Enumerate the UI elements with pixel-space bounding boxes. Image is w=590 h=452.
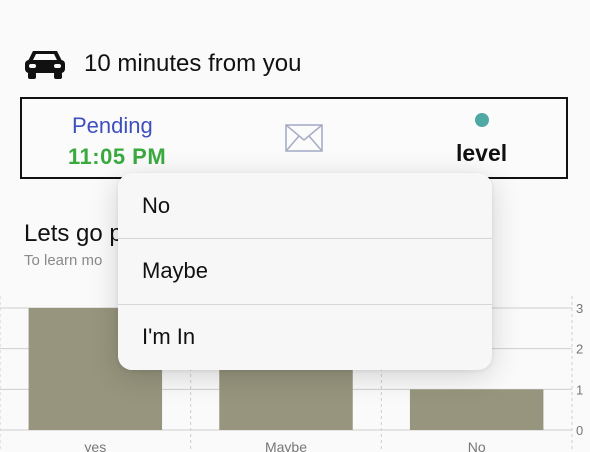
bar-no <box>409 389 544 430</box>
x-tick-label: Maybe <box>265 439 307 452</box>
x-tick-label: yes <box>84 439 106 452</box>
menu-item-no[interactable]: No <box>118 173 492 238</box>
level-label: level <box>456 140 508 166</box>
status-card[interactable]: Pending 11:05 PM level <box>20 97 568 179</box>
distance-row: 10 minutes from you <box>24 46 301 82</box>
section-title: Lets go p <box>24 220 123 247</box>
response-menu: No Maybe I'm In <box>118 173 492 370</box>
car-icon <box>25 51 65 79</box>
time-label: 11:05 PM <box>68 144 167 169</box>
y-tick-label: 0 <box>576 423 583 438</box>
distance-text: 10 minutes from you <box>84 50 302 77</box>
x-tick-label: No <box>468 439 486 452</box>
menu-item-im-in[interactable]: I'm In <box>118 304 492 369</box>
y-tick-label: 3 <box>576 301 583 316</box>
status-dot <box>475 113 489 127</box>
envelope-icon[interactable] <box>284 123 324 153</box>
pending-label: Pending <box>72 113 153 138</box>
section-subtitle: To learn mo <box>24 252 103 269</box>
menu-item-maybe[interactable]: Maybe <box>118 238 492 303</box>
y-tick-label: 1 <box>576 382 583 397</box>
y-tick-label: 2 <box>576 342 583 357</box>
